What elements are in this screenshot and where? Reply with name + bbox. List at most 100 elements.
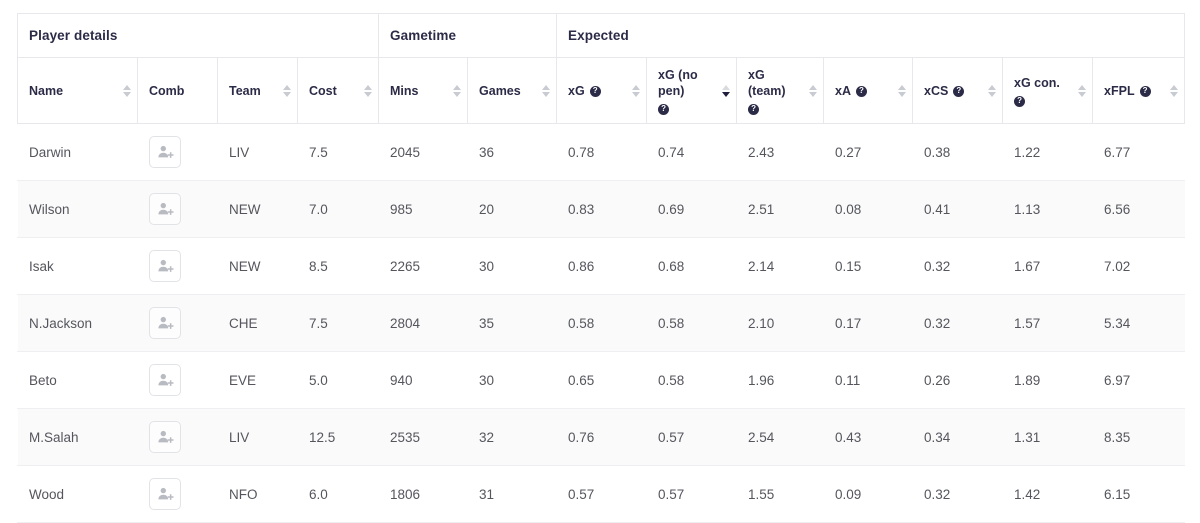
table-row[interactable]: Wood NFO 6.0 1806 31 0.57 0.57 1.55 0.09 0.32 1.42…: [17, 465, 1185, 523]
cell-mins: 2045: [378, 123, 468, 181]
add-person-icon[interactable]: [149, 364, 181, 396]
table-row[interactable]: Isak NEW 8.5 2265 30 0.86 0.68 2.14 0.15 0.32 1.67…: [17, 237, 1185, 295]
cell-xfpl: 6.15: [1092, 465, 1185, 523]
cell-comb: [137, 351, 218, 409]
sort-icon-mins[interactable]: [452, 84, 461, 97]
help-icon-xa[interactable]: ?: [856, 85, 867, 97]
sort-icon-xg-con[interactable]: [1077, 84, 1086, 97]
table-row[interactable]: N.Jackson CHE 7.5 2804 35 0.58 0.58 2.10 0.17 0.3…: [17, 294, 1185, 352]
add-person-icon[interactable]: [149, 136, 181, 168]
help-icon-xg-con[interactable]: ?: [1014, 95, 1026, 107]
cell-games: 31: [467, 465, 557, 523]
cell-name: Wood: [17, 465, 138, 523]
cell-team: NEW: [217, 237, 298, 295]
help-icon-xcs[interactable]: ?: [953, 85, 965, 97]
help-icon-xg[interactable]: ?: [589, 85, 601, 97]
column-header-comb[interactable]: Comb: [137, 57, 218, 124]
cell-xg_nopen: 0.69: [646, 180, 737, 238]
column-header-cost[interactable]: Cost: [296, 57, 380, 124]
cell-comb: [137, 123, 218, 181]
cell-xg_team: 1.55: [736, 465, 824, 523]
sort-icon-xg-no-pen[interactable]: [721, 84, 730, 97]
cell-xfpl: 7.02: [1092, 237, 1185, 295]
sort-icon-xg[interactable]: [631, 84, 640, 97]
group-header-expected: Expected: [556, 13, 1186, 58]
cell-team: NFO: [217, 465, 298, 523]
cell-cost: 12.5: [297, 408, 379, 466]
column-label-team: Team: [229, 83, 261, 98]
cell-comb: [137, 465, 218, 523]
cell-xg_con: 1.89: [1002, 351, 1093, 409]
column-header-xcs[interactable]: xCS ?: [912, 57, 1004, 124]
add-person-icon[interactable]: [149, 478, 181, 510]
cell-xcs: 0.38: [912, 123, 1003, 181]
column-header-mins[interactable]: Mins: [378, 57, 469, 124]
column-header-xg[interactable]: xG ?: [556, 57, 648, 124]
sort-icon-xfpl[interactable]: [1169, 84, 1178, 97]
cell-cost: 7.5: [297, 294, 379, 352]
cell-xg_nopen: 0.57: [646, 408, 737, 466]
cell-xg_team: 2.54: [736, 408, 824, 466]
column-label-mins: Mins: [390, 83, 419, 98]
sort-icon-name[interactable]: [122, 84, 131, 97]
cell-xg_team: 2.14: [736, 237, 824, 295]
cell-xcs: 0.41: [912, 180, 1003, 238]
cell-games: 36: [467, 123, 557, 181]
cell-mins: 2804: [378, 294, 468, 352]
add-person-icon[interactable]: [149, 307, 181, 339]
column-header-xg-no-pen[interactable]: xG (no pen) ?: [646, 57, 738, 124]
cell-xg: 0.57: [556, 465, 647, 523]
column-header-row: Name Comb Team Cost Mins Games xG ? xG (…: [17, 57, 1186, 124]
column-label-comb: Comb: [149, 83, 185, 98]
column-header-name[interactable]: Name: [17, 57, 138, 124]
table-row[interactable]: Wilson NEW 7.0 985 20 0.83 0.69 2.51 0.08 0.41 1.1…: [17, 180, 1185, 238]
cell-xg_nopen: 0.74: [646, 123, 737, 181]
table-row[interactable]: Darwin LIV 7.5 2045 36 0.78 0.74 2.43 0.27 0.38 1.…: [17, 123, 1185, 181]
column-header-xfpl[interactable]: xFPL ?: [1092, 57, 1186, 124]
column-header-games[interactable]: Games: [467, 57, 558, 124]
cell-xg_team: 2.43: [736, 123, 824, 181]
cell-name: N.Jackson: [17, 294, 138, 352]
column-label-xa: xA ?: [835, 83, 867, 99]
cell-comb: [137, 294, 218, 352]
column-header-team[interactable]: Team: [217, 57, 298, 124]
help-icon-xfpl[interactable]: ?: [1139, 85, 1151, 97]
cell-xcs: 0.32: [912, 294, 1003, 352]
help-icon-xg-no-pen[interactable]: ?: [658, 103, 670, 115]
sort-icon-team[interactable]: [282, 84, 291, 97]
cell-name: Beto: [17, 351, 138, 409]
cell-games: 20: [467, 180, 557, 238]
cell-xa: 0.43: [823, 408, 913, 466]
cell-xg_team: 2.51: [736, 180, 824, 238]
cell-games: 30: [467, 237, 557, 295]
cell-mins: 985: [378, 180, 468, 238]
sort-icon-xa[interactable]: [897, 84, 906, 97]
column-header-xg-team[interactable]: xG (team) ?: [736, 57, 825, 124]
table-row[interactable]: M.Salah LIV 12.5 2535 32 0.76 0.57 2.54 0.43 0.34…: [17, 408, 1185, 466]
column-header-xa[interactable]: xA ?: [823, 57, 914, 124]
cell-team: LIV: [217, 123, 298, 181]
table-head: Player details Gametime Expected Name Co…: [16, 13, 1186, 124]
sort-icon-games[interactable]: [541, 84, 550, 97]
add-person-icon[interactable]: [149, 193, 181, 225]
column-label-xg: xG ?: [568, 83, 601, 99]
help-icon-xg-team[interactable]: ?: [748, 103, 760, 115]
add-person-icon[interactable]: [149, 421, 181, 453]
cell-xcs: 0.34: [912, 408, 1003, 466]
cell-team: NEW: [217, 180, 298, 238]
stats-table-page: Player details Gametime Expected Name Co…: [0, 0, 1200, 523]
cell-mins: 2535: [378, 408, 468, 466]
group-header-player-details: Player details: [16, 13, 380, 58]
cell-xg: 0.65: [556, 351, 647, 409]
sort-icon-cost[interactable]: [363, 84, 372, 97]
cell-xg_nopen: 0.58: [646, 294, 737, 352]
column-header-xg-con[interactable]: xG con. ?: [1002, 57, 1094, 124]
table-row[interactable]: Beto EVE 5.0 940 30 0.65 0.58 1.96 0.11 0.26 1.89 6…: [17, 351, 1185, 409]
add-person-icon[interactable]: [149, 250, 181, 282]
cell-team: CHE: [217, 294, 298, 352]
sort-icon-xcs[interactable]: [987, 84, 996, 97]
cell-xa: 0.27: [823, 123, 913, 181]
cell-xg_team: 1.96: [736, 351, 824, 409]
sort-icon-xg-team[interactable]: [808, 84, 817, 97]
group-header-gametime: Gametime: [378, 13, 558, 58]
